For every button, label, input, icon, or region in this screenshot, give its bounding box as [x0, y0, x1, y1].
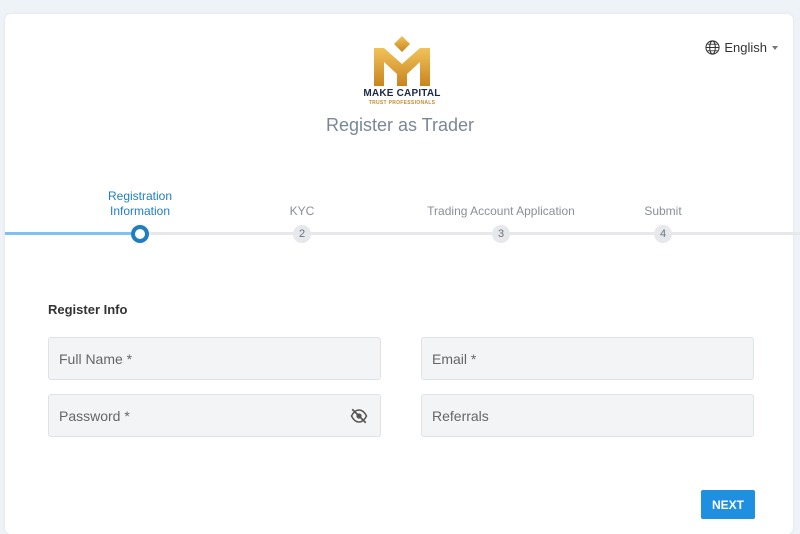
brand-tagline: TRUST PROFESSIONALS — [368, 100, 436, 106]
step-indicator-submit: 4 — [654, 225, 672, 243]
language-selector[interactable]: English — [705, 40, 778, 55]
step-label-submit: Submit — [644, 204, 682, 218]
email-field — [421, 337, 754, 380]
language-label: English — [724, 40, 767, 55]
stepper-progress — [5, 232, 140, 235]
referrals-input[interactable] — [422, 395, 753, 436]
full-name-input[interactable] — [49, 338, 380, 379]
step-indicator-trading-account: 3 — [492, 225, 510, 243]
full-name-field — [48, 337, 381, 380]
step-label-registration: Registration Information — [107, 189, 173, 218]
chevron-down-icon — [772, 45, 778, 50]
referrals-field — [421, 394, 754, 437]
step-label-trading-account: Trading Account Application — [427, 204, 575, 218]
step-label-kyc: KYC — [289, 204, 315, 218]
password-input[interactable] — [49, 395, 380, 436]
globe-icon — [705, 40, 720, 55]
password-field — [48, 394, 381, 437]
email-input[interactable] — [422, 338, 753, 379]
next-button[interactable]: NEXT — [701, 490, 755, 519]
eye-slash-icon[interactable] — [350, 408, 368, 424]
brand-logo: MAKE CAPITAL TRUST PROFESSIONALS — [360, 34, 444, 108]
step-indicator-kyc: 2 — [293, 225, 311, 243]
step-indicator-registration — [131, 225, 149, 243]
logo-mark-icon — [374, 36, 430, 86]
section-title: Register Info — [48, 302, 128, 317]
brand-name: MAKE CAPITAL — [363, 88, 441, 99]
page-title: Register as Trader — [325, 115, 475, 135]
